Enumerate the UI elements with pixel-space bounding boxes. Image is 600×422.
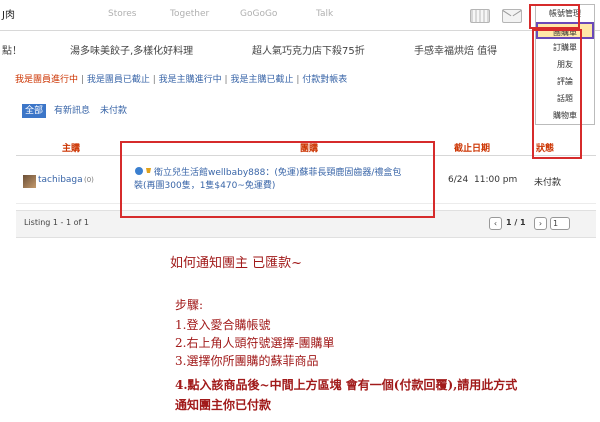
mail-icon[interactable] (502, 9, 522, 23)
column-host: 主購 (62, 144, 81, 154)
nav-stores[interactable]: Stores (108, 9, 136, 19)
link-separator: | (152, 75, 156, 85)
annotation-box-user-icon (529, 4, 580, 29)
step-3: 3.選擇你所團購的蘇菲商品 (175, 354, 319, 368)
annotation-box-item (120, 141, 435, 218)
ticker-item[interactable]: 手感幸福烘焙 值得 (414, 42, 497, 57)
filter-new-messages[interactable]: 有新訊息 (54, 104, 90, 118)
listing-count: Listing 1 - 1 of 1 (24, 218, 89, 227)
instructions-title: 如何通知團主 已匯款~ (170, 256, 303, 271)
grid-icon[interactable] (470, 9, 490, 23)
status-badge: 未付款 (534, 178, 562, 188)
nav-together[interactable]: Together (170, 9, 209, 19)
link-payment-reconciliation[interactable]: 付款對帳表 (302, 75, 347, 85)
link-separator: | (296, 75, 300, 85)
link-host-closed[interactable]: 我是主購已截止 (230, 75, 293, 85)
ticker-item[interactable]: 湯多味美餃子,多樣化好料理 (70, 42, 193, 57)
page-select-value: 1 (553, 219, 559, 228)
step-4-line1: 4.點入該商品後~中間上方區塊 會有一個(付款回覆),請用此方式 (175, 378, 518, 392)
link-separator: | (224, 75, 228, 85)
link-member-closed[interactable]: 我是團員已截止 (87, 75, 150, 85)
ticker-item[interactable]: 點！ (2, 42, 22, 57)
filter-all[interactable]: 全部 (22, 104, 47, 118)
next-page-button[interactable]: › (534, 217, 547, 230)
link-host-ongoing[interactable]: 我是主購進行中 (159, 75, 222, 85)
filter-unpaid[interactable]: 未付款 (100, 104, 127, 118)
site-brand[interactable]: J肉 (2, 6, 15, 21)
step-1: 1.登入愛合購帳號 (175, 318, 271, 332)
group-links: 我是團員進行中 | 我是團員已截止 | 我是主購進行中 | 我是主購已截止 | … (15, 72, 347, 85)
prev-page-button[interactable]: ‹ (489, 217, 502, 230)
annotation-box-dropdown (532, 29, 582, 159)
steps-title: 步驟: (175, 298, 204, 312)
step-4-line2: 通知團主你已付款 (175, 398, 272, 412)
buyer-name[interactable]: tachibaga (38, 175, 83, 185)
page-select[interactable]: 1 (550, 217, 570, 230)
step-2: 2.右上角人頭符號選擇-團購單 (175, 336, 335, 350)
ticker-item[interactable]: 超人氣巧克力店下殺75折 (252, 42, 365, 57)
top-navigation: J肉 Stores Together GoGoGo Talk (0, 0, 600, 31)
column-deadline: 截止日期 (454, 144, 491, 154)
buyer-score: (0) (84, 176, 94, 184)
nav-talk[interactable]: Talk (316, 9, 333, 19)
link-separator: | (80, 75, 84, 85)
page-indicator: 1 / 1 (506, 218, 526, 227)
nav-gogogo[interactable]: GoGoGo (240, 9, 277, 19)
link-member-ongoing[interactable]: 我是團員進行中 (15, 75, 78, 85)
deadline-time: 11:00 pm (474, 175, 518, 185)
deadline-date: 6/24 (448, 175, 469, 185)
avatar (23, 175, 36, 188)
